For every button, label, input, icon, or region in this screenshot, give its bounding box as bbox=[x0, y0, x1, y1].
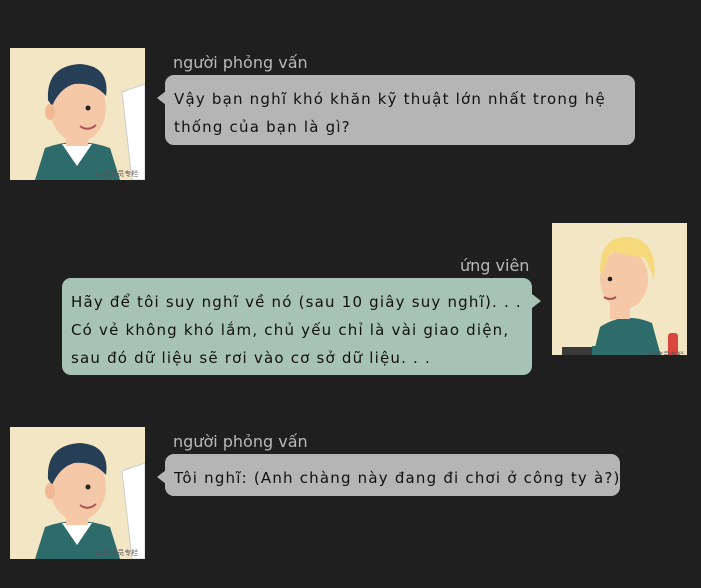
speaker-name: ứng viên bbox=[460, 256, 530, 275]
message-line: Vậy bạn nghĩ khó khăn kỹ thuật lớn nhất … bbox=[174, 90, 606, 108]
message-line: Có vẻ không khó lắm, chủ yếu chỉ là vài … bbox=[71, 321, 510, 339]
message-line: thống của bạn là gì? bbox=[174, 118, 351, 136]
interviewer-avatar-icon: ☁ 程序员专栏 bbox=[10, 48, 145, 180]
message-bubble: Vậy bạn nghĩ khó khăn kỹ thuật lớn nhất … bbox=[157, 75, 635, 145]
message-bubble: Hãy để tôi suy nghĩ về nó (sau 10 giây s… bbox=[62, 278, 541, 375]
watermark-text: ☁ 程序员专栏 bbox=[94, 170, 139, 178]
message-line: sau đó dữ liệu sẽ rơi vào cơ sở dữ liệu.… bbox=[71, 349, 431, 367]
message-bubble: Tôi nghĩ: (Anh chàng này đang đi chơi ở … bbox=[157, 454, 621, 496]
watermark-text: ☁ 程序员专栏 bbox=[640, 351, 685, 355]
speaker-name: người phỏng vấn bbox=[173, 432, 308, 451]
candidate-avatar-icon: ☁ 程序员专栏 bbox=[552, 223, 687, 355]
message-line: Tôi nghĩ: (Anh chàng này đang đi chơi ở … bbox=[174, 469, 621, 487]
message-line: Hãy để tôi suy nghĩ về nó (sau 10 giây s… bbox=[71, 293, 522, 311]
watermark-text: ☁ 程序员专栏 bbox=[94, 549, 139, 557]
interviewer-avatar-icon: ☁ 程序员专栏 bbox=[10, 427, 145, 559]
speaker-name: người phỏng vấn bbox=[173, 53, 308, 72]
